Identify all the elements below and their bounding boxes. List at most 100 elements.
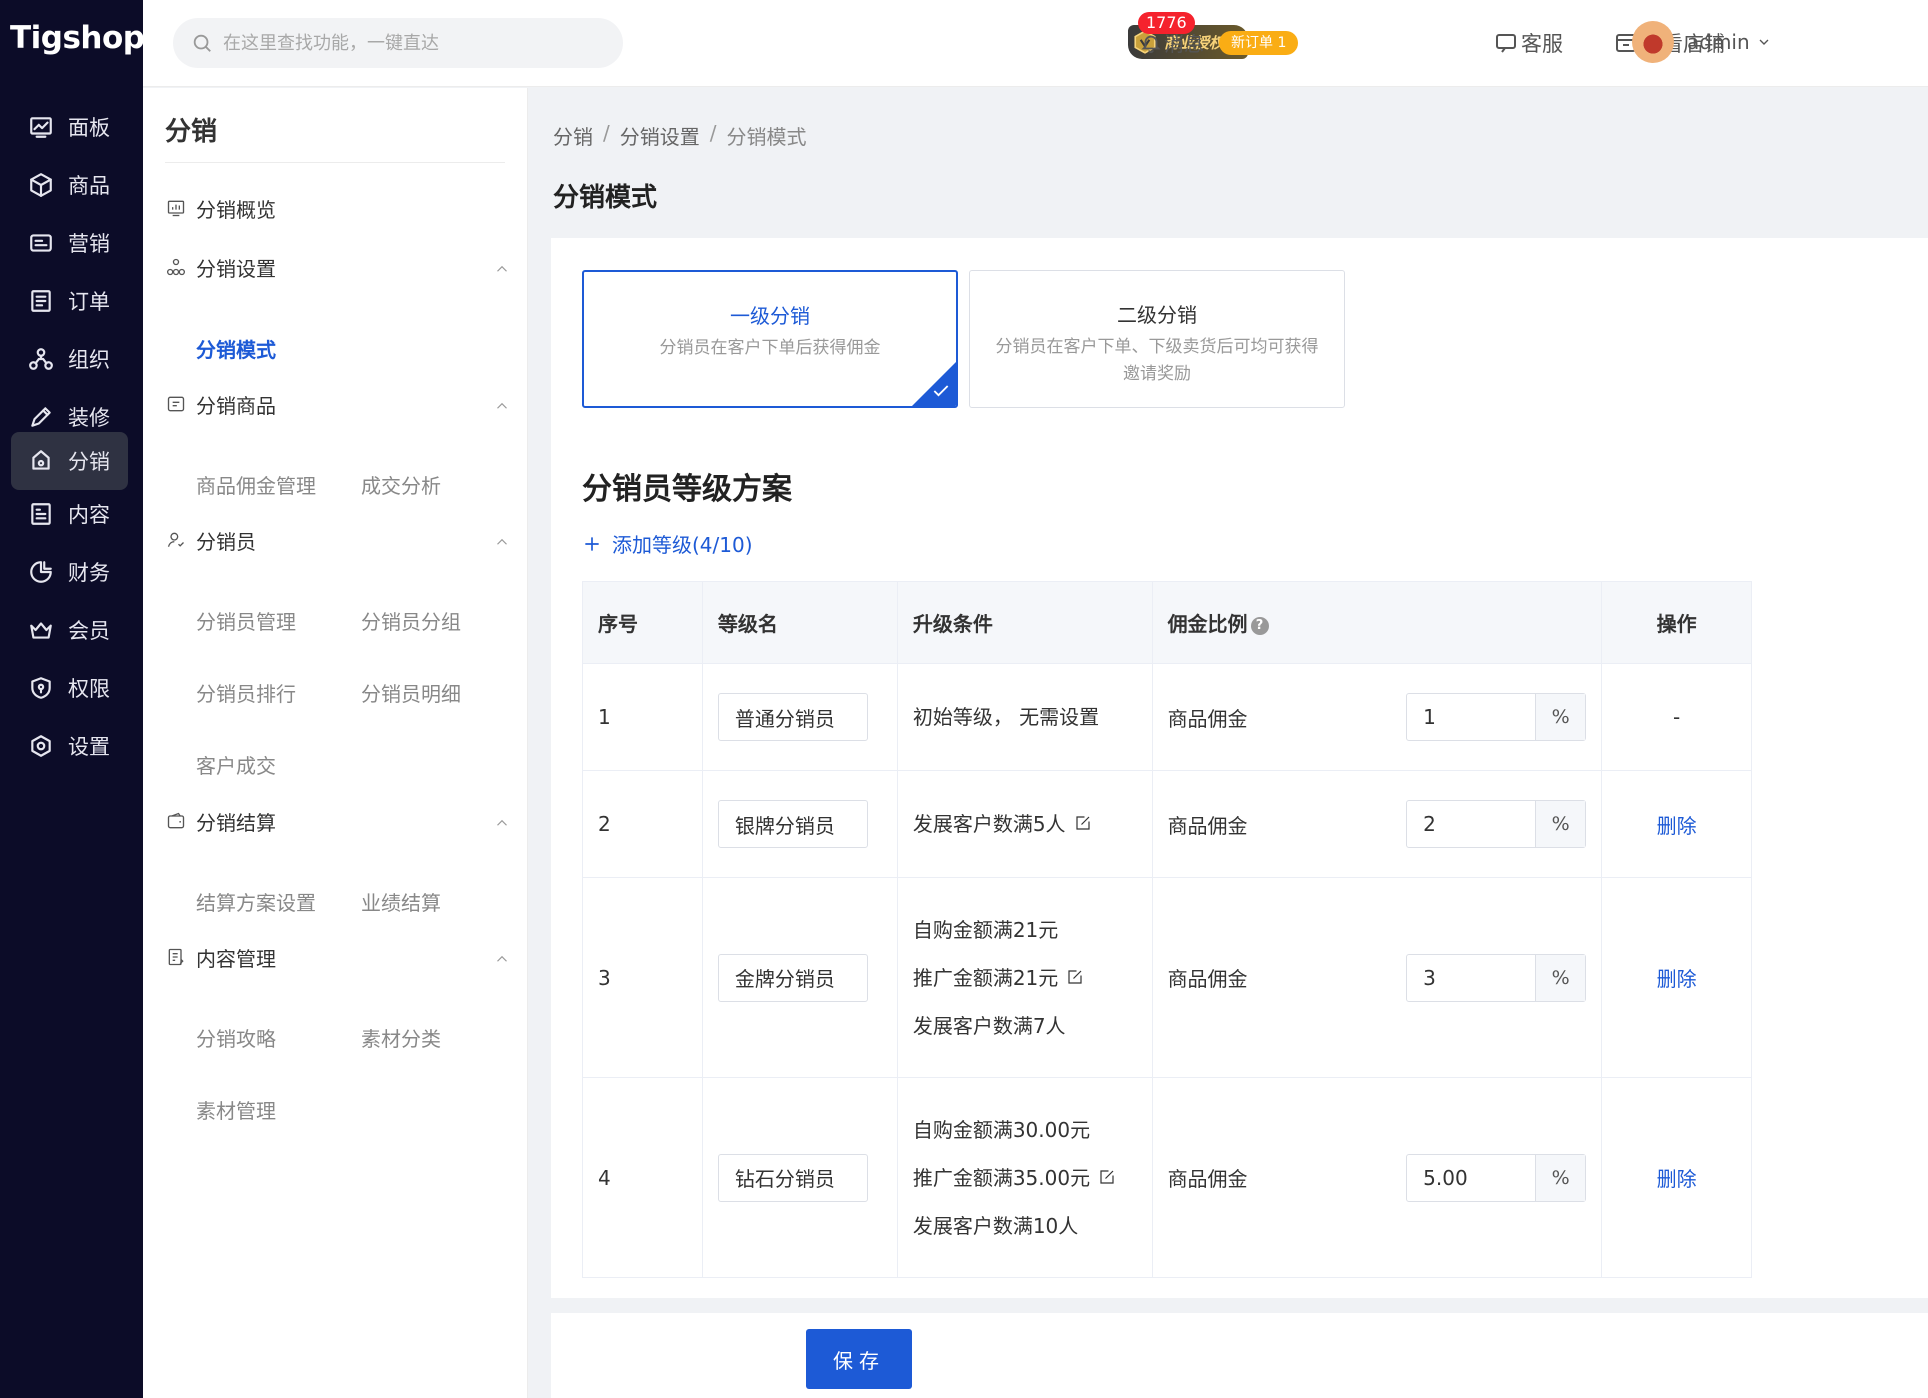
chevron-up-icon (493, 532, 511, 550)
nav-item-members[interactable]: 会员 (11, 601, 128, 659)
percent-suffix: % (1535, 954, 1586, 1001)
commission-label: 商品佣金 (1167, 813, 1248, 838)
submenu-guide[interactable]: 分销攻略 (196, 1023, 276, 1052)
nav-item-label: 装修 (68, 406, 110, 430)
shield-icon (26, 673, 56, 703)
submenu-content-manage[interactable]: 内容管理 (166, 943, 511, 972)
chevron-up-icon (493, 396, 511, 414)
pie-icon (26, 557, 56, 587)
submenu-settlement-plan[interactable]: 结算方案设置 (196, 887, 316, 916)
delete-button[interactable]: 删除 (1657, 814, 1697, 838)
level-name-input[interactable]: 金牌分销员 (717, 953, 868, 1002)
submenu-material-category[interactable]: 素材分类 (361, 1023, 441, 1052)
nav-item-label: 权限 (68, 677, 110, 701)
submenu-settings[interactable]: 分销设置 (166, 253, 511, 282)
avatar[interactable] (1632, 21, 1674, 63)
nav-item-label: 设置 (68, 735, 110, 759)
help-icon[interactable]: ? (1250, 616, 1269, 635)
search-box[interactable] (173, 18, 623, 68)
submenu-material-manage[interactable]: 素材管理 (196, 1095, 276, 1124)
nav-item-orders[interactable]: 订单 (11, 272, 128, 330)
level-name-input[interactable]: 钻石分销员 (717, 1153, 868, 1202)
org-icon (166, 257, 188, 279)
col-no: 序号 (582, 581, 703, 664)
condition-text: 发展客户数满10人 (912, 1213, 1079, 1238)
nav-item-permission[interactable]: 权限 (11, 659, 128, 717)
mode-option-level1[interactable]: 一级分销 分销员在客户下单后获得佣金 (582, 270, 958, 408)
submenu-title: 分销 (165, 117, 218, 147)
settings-icon (26, 731, 56, 761)
user-menu[interactable]: admin (1687, 30, 1772, 54)
commission-input[interactable]: 2% (1406, 800, 1587, 848)
row-no: 4 (582, 1077, 703, 1278)
level-name-input[interactable]: 银牌分销员 (717, 800, 868, 848)
chat-icon (1496, 34, 1516, 53)
edit-icon[interactable] (1066, 968, 1086, 988)
new-order-badge[interactable]: 新订单 1 (1219, 31, 1299, 55)
submenu-overview[interactable]: 分销概览 (166, 194, 511, 223)
nav-item-distribution[interactable]: 分销 (11, 432, 128, 490)
commission-input[interactable]: 3% (1406, 953, 1587, 1002)
add-level-button[interactable]: 添加等级(4/10) (582, 529, 753, 558)
service-link[interactable]: 客服 (1494, 28, 1563, 58)
submenu-salesman-detail[interactable]: 分销员明细 (361, 678, 461, 707)
nav-item-settings[interactable]: 设置 (11, 717, 128, 775)
submenu-salesman-rank[interactable]: 分销员排行 (196, 678, 296, 707)
submenu-goods[interactable]: 分销商品 (166, 390, 511, 419)
edit-icon[interactable] (1098, 1168, 1118, 1188)
nav-item-finance[interactable]: 财务 (11, 543, 128, 601)
mode-title: 一级分销 (730, 304, 810, 328)
submenu-customer-deal[interactable]: 客户成交 (196, 750, 276, 779)
distribution-icon (26, 446, 56, 476)
save-button[interactable]: 保存 (806, 1329, 912, 1389)
chevron-up-icon (493, 949, 511, 967)
crown-icon (26, 615, 56, 645)
col-action: 操作 (1601, 581, 1752, 664)
condition-text: 自购金额满30.00元 (912, 1117, 1091, 1142)
condition-text: 自购金额满21元 (912, 917, 1059, 942)
wallet-icon (166, 811, 188, 833)
breadcrumb-item: 分销模式 (726, 125, 807, 149)
row-no: 3 (582, 877, 703, 1078)
mode-option-level2[interactable]: 二级分销 分销员在客户下单、下级卖货后可均可获得邀请奖励 (969, 270, 1345, 408)
level-name-input[interactable]: 普通分销员 (717, 693, 868, 741)
chevron-down-icon (1759, 39, 1769, 45)
document-icon (166, 947, 188, 969)
nav-item-label: 商品 (68, 174, 110, 198)
breadcrumb-item[interactable]: 分销设置 (620, 121, 700, 150)
page-title: 分销模式 (553, 183, 658, 213)
main-nav: Tigshop 面板 商品 营销 订单 组织 装修 分销 内容 财务 会员 权限… (0, 0, 145, 1398)
section-title: 分销员等级方案 (582, 472, 792, 507)
commission-label: 商品佣金 (1167, 967, 1248, 991)
nav-item-marketing[interactable]: 营销 (11, 214, 128, 272)
commission-input[interactable]: 5.00% (1406, 1153, 1587, 1202)
submenu-salesman-group[interactable]: 分销员分组 (361, 606, 461, 635)
messages-link[interactable]: 消息 (1140, 28, 1204, 57)
submenu-salesman-manage[interactable]: 分销员管理 (196, 606, 296, 635)
nav-item-org[interactable]: 组织 (11, 330, 128, 388)
nav-item-content[interactable]: 内容 (11, 485, 128, 543)
submenu-salesman[interactable]: 分销员 (166, 526, 511, 555)
row-no: 2 (582, 770, 703, 878)
edit-icon[interactable] (1074, 814, 1094, 834)
submenu-performance[interactable]: 业绩结算 (361, 887, 441, 916)
plus-icon (585, 536, 599, 551)
bottom-bar (551, 1313, 1928, 1398)
nav-item-label: 会员 (68, 619, 110, 643)
mode-desc: 分销员在客户下单后获得佣金 (659, 338, 881, 358)
commission-input[interactable]: 1% (1406, 693, 1587, 741)
nav-item-goods[interactable]: 商品 (11, 156, 128, 214)
search-input[interactable] (223, 32, 603, 54)
submenu-mode[interactable]: 分销模式 (196, 334, 276, 363)
breadcrumb-item[interactable]: 分销 (553, 121, 593, 150)
submenu-goods-analysis[interactable]: 成交分析 (361, 470, 441, 499)
delete-button[interactable]: 删除 (1657, 967, 1697, 991)
nav-item-label: 内容 (68, 503, 110, 527)
submenu-settlement[interactable]: 分销结算 (166, 807, 511, 836)
dashboard-icon (26, 112, 56, 142)
nav-item-dashboard[interactable]: 面板 (11, 98, 128, 156)
user-icon (166, 530, 188, 552)
submenu-goods-commission[interactable]: 商品佣金管理 (196, 470, 316, 499)
messages-label: 消息 (1164, 32, 1204, 56)
delete-button[interactable]: 删除 (1657, 1167, 1697, 1191)
